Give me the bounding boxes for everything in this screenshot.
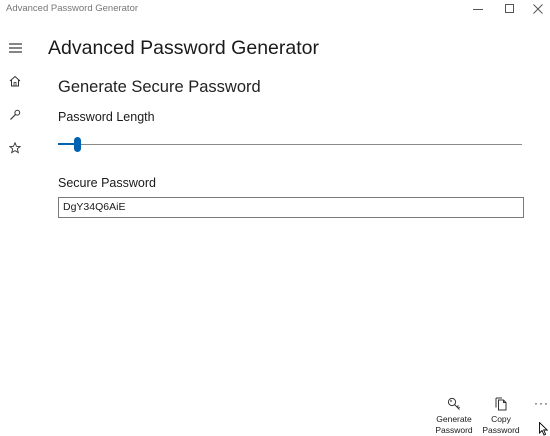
slider-track bbox=[58, 144, 522, 145]
password-length-slider[interactable] bbox=[58, 137, 522, 153]
wrench-icon bbox=[10, 109, 21, 120]
nav-menu-button[interactable] bbox=[5, 38, 25, 58]
secure-password-field[interactable] bbox=[58, 197, 524, 218]
window-title: Advanced Password Generator bbox=[6, 3, 139, 14]
app-window: Advanced Password Generator Advanced Pas… bbox=[0, 0, 550, 436]
generate-password-label: Generate Password bbox=[435, 414, 473, 435]
page-title: Advanced Password Generator bbox=[48, 37, 319, 59]
password-length-label: Password Length bbox=[58, 110, 155, 124]
minimize-button[interactable] bbox=[462, 0, 494, 18]
slider-thumb[interactable] bbox=[74, 137, 81, 152]
secure-password-label: Secure Password bbox=[58, 176, 156, 190]
close-button[interactable] bbox=[526, 0, 550, 18]
hamburger-icon bbox=[8, 43, 22, 53]
maximize-button[interactable] bbox=[494, 0, 526, 18]
generate-password-button[interactable]: Generate Password bbox=[433, 396, 475, 436]
nav-item-home[interactable] bbox=[5, 71, 25, 91]
home-icon bbox=[9, 75, 21, 87]
more-options-button[interactable]: ··· bbox=[534, 396, 549, 410]
minimize-icon bbox=[473, 9, 483, 10]
title-bar: Advanced Password Generator bbox=[0, 0, 550, 18]
copy-icon bbox=[493, 396, 509, 412]
star-icon bbox=[9, 142, 21, 154]
maximize-icon bbox=[505, 4, 514, 13]
nav-item-favorites[interactable] bbox=[5, 138, 25, 158]
section-title: Generate Secure Password bbox=[58, 78, 261, 96]
close-icon bbox=[533, 4, 543, 14]
copy-password-label: Copy Password bbox=[482, 414, 520, 435]
nav-item-tools[interactable] bbox=[5, 105, 25, 125]
mouse-cursor-icon bbox=[539, 422, 549, 436]
key-icon bbox=[446, 396, 462, 412]
copy-password-button[interactable]: Copy Password bbox=[481, 396, 521, 436]
